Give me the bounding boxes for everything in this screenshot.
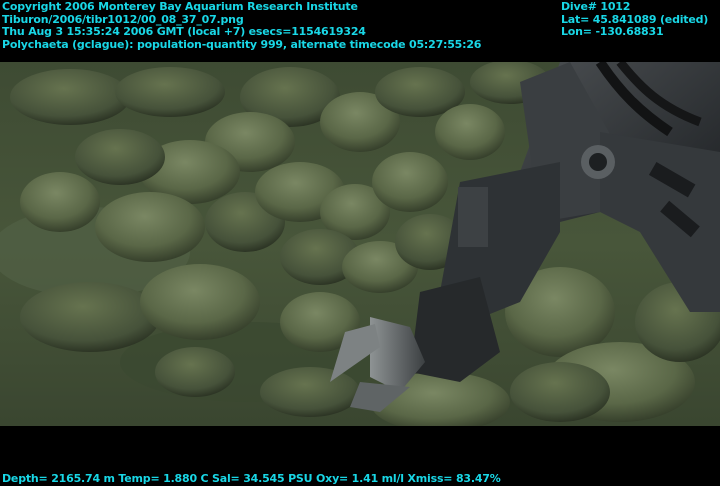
nav-overlay: Dive# 1012 Lat= 45.841089 (edited) Lon= … — [561, 0, 708, 38]
longitude-text: Lon= -130.68831 — [561, 25, 664, 38]
latitude-text: Lat= 45.841089 (edited) — [561, 12, 709, 26]
telemetry-overlay: Depth= 2165.74 m Temp= 1.880 C Sal= 34.5… — [2, 472, 501, 485]
seafloor-video-frame — [0, 62, 720, 426]
dive-number: Dive# 1012 — [561, 0, 631, 13]
seafloor-scene — [0, 62, 720, 426]
telemetry-text: Depth= 2165.74 m Temp= 1.880 C Sal= 34.5… — [2, 472, 501, 485]
annotation-text: Polychaeta (gclague): population-quantit… — [2, 37, 482, 51]
timestamp-text: Thu Aug 3 15:35:24 2006 GMT (local +7) e… — [2, 25, 366, 38]
header-overlay: Copyright 2006 Monterey Bay Aquarium Res… — [2, 0, 481, 50]
file-path-text: Tiburon/2006/tibr1012/00_08_37_07.png — [2, 12, 244, 26]
copyright-text: Copyright 2006 Monterey Bay Aquarium Res… — [2, 0, 358, 13]
